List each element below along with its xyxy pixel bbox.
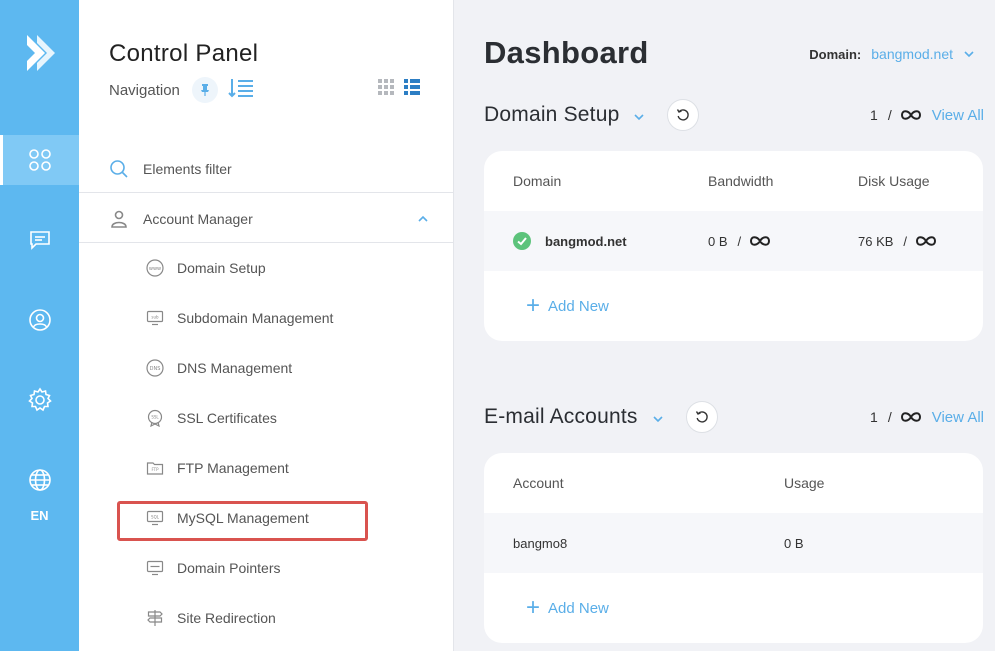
domain-setup-card: Domain Bandwidth Disk Usage bangmod.net … (484, 151, 983, 341)
filter-label: Elements filter (143, 161, 232, 177)
table-header: Account Usage (513, 475, 825, 491)
svg-text:sub: sub (151, 315, 159, 320)
table-header: Domain Bandwidth Disk Usage (513, 173, 930, 189)
dashboard-rail-button[interactable] (0, 135, 79, 185)
ssl-badge-icon: SSL (145, 408, 165, 428)
menu-domain-setup[interactable]: www Domain Setup (145, 255, 405, 281)
pointer-monitor-icon (145, 558, 165, 578)
email-accounts-header: E-mail Accounts 1 / View All (484, 399, 984, 435)
navigation-panel: Control Panel Navigation Elements filter (79, 0, 454, 651)
check-circle-icon (513, 232, 531, 250)
nav-subtitle-row: Navigation (109, 77, 254, 103)
bandwidth-value: 0 B (708, 233, 728, 249)
account-rail-button[interactable] (0, 295, 79, 345)
svg-text:www: www (149, 266, 161, 272)
domain-name[interactable]: bangmod.net (545, 234, 627, 249)
settings-rail-button[interactable] (0, 375, 79, 425)
globe-icon (28, 469, 51, 491)
sort-list-icon[interactable] (228, 78, 254, 102)
signpost-icon (145, 608, 165, 628)
list-view-icon[interactable] (404, 79, 420, 95)
svg-text:SSL: SSL (151, 415, 159, 420)
domain-setup-header: Domain Setup 1 / View All (484, 97, 984, 133)
view-toggle (378, 79, 420, 95)
user-icon (111, 210, 127, 228)
domain-selector-label: Domain: (809, 46, 862, 62)
svg-text:DNS: DNS (150, 366, 161, 372)
ftp-folder-icon: FTP (145, 458, 165, 478)
elements-filter[interactable]: Elements filter (109, 156, 429, 182)
domain-selector[interactable]: Domain: bangmod.net (809, 46, 975, 62)
domain-count: 1 / View All (870, 106, 984, 124)
subdomain-monitor-icon: sub (145, 308, 165, 328)
chevron-up-icon[interactable] (417, 215, 429, 223)
nav-title: Control Panel (109, 40, 259, 67)
domain-view-all-link[interactable]: View All (932, 107, 984, 124)
email-view-all-link[interactable]: View All (932, 409, 984, 426)
dns-globe-icon: DNS (145, 358, 165, 378)
refresh-icon (677, 109, 690, 121)
menu-subdomain-management[interactable]: sub Subdomain Management (145, 305, 405, 331)
logo-icon[interactable] (0, 28, 79, 78)
refresh-button[interactable] (667, 99, 700, 131)
table-row[interactable]: bangmod.net 0 B / 76 KB / (484, 211, 983, 271)
message-icon (29, 231, 50, 250)
account-manager-group[interactable]: Account Manager (109, 206, 429, 232)
messages-rail-button[interactable] (0, 215, 79, 265)
user-circle-icon (28, 309, 51, 331)
chevron-down-icon[interactable] (963, 50, 975, 58)
infinity-icon (900, 110, 921, 120)
infinity-icon (900, 412, 921, 422)
add-email-button[interactable]: + Add New (484, 573, 983, 643)
divider (79, 242, 454, 243)
language-label[interactable]: EN (0, 508, 79, 523)
search-icon (110, 160, 128, 178)
menu-dns-management[interactable]: DNS DNS Management (145, 355, 405, 381)
add-domain-button[interactable]: + Add New (484, 271, 983, 341)
chevron-down-icon[interactable] (633, 113, 645, 121)
domain-selector-value[interactable]: bangmod.net (871, 46, 953, 62)
email-accounts-title: E-mail Accounts (484, 405, 638, 428)
gear-icon (27, 387, 52, 412)
infinity-icon (916, 236, 937, 246)
grid-circles-icon (28, 149, 51, 171)
email-count: 1 / View All (870, 408, 984, 426)
menu-ftp-management[interactable]: FTP FTP Management (145, 455, 405, 481)
icon-rail: EN (0, 0, 79, 651)
page-title: Dashboard (484, 35, 649, 70)
menu-domain-pointers[interactable]: Domain Pointers (145, 555, 405, 581)
refresh-icon (695, 411, 708, 423)
table-row[interactable]: bangmo8 0 B (484, 513, 983, 573)
www-globe-icon: www (145, 258, 165, 278)
svg-text:FTP: FTP (151, 467, 159, 472)
email-accounts-card: Account Usage bangmo8 0 B + Add New (484, 453, 983, 643)
domain-setup-title: Domain Setup (484, 103, 620, 126)
plus-icon: + (526, 594, 541, 621)
infinity-icon (750, 236, 771, 246)
account-manager-label: Account Manager (143, 211, 253, 227)
menu-ssl-certificates[interactable]: SSL SSL Certificates (145, 405, 405, 431)
grid-view-icon[interactable] (378, 79, 394, 95)
pin-icon[interactable] (191, 77, 218, 103)
divider (79, 192, 454, 193)
refresh-button[interactable] (685, 401, 718, 433)
usage-value: 0 B (784, 535, 804, 551)
menu-site-redirection[interactable]: Site Redirection (145, 605, 405, 631)
account-name[interactable]: bangmo8 (513, 536, 567, 551)
panel-resizer[interactable] (453, 0, 461, 651)
disk-usage-value: 76 KB (858, 233, 894, 249)
highlight-box (117, 501, 368, 541)
plus-icon: + (526, 292, 541, 319)
chevron-down-icon[interactable] (652, 415, 664, 423)
nav-subtitle: Navigation (109, 81, 180, 99)
language-rail-button[interactable] (0, 455, 79, 505)
